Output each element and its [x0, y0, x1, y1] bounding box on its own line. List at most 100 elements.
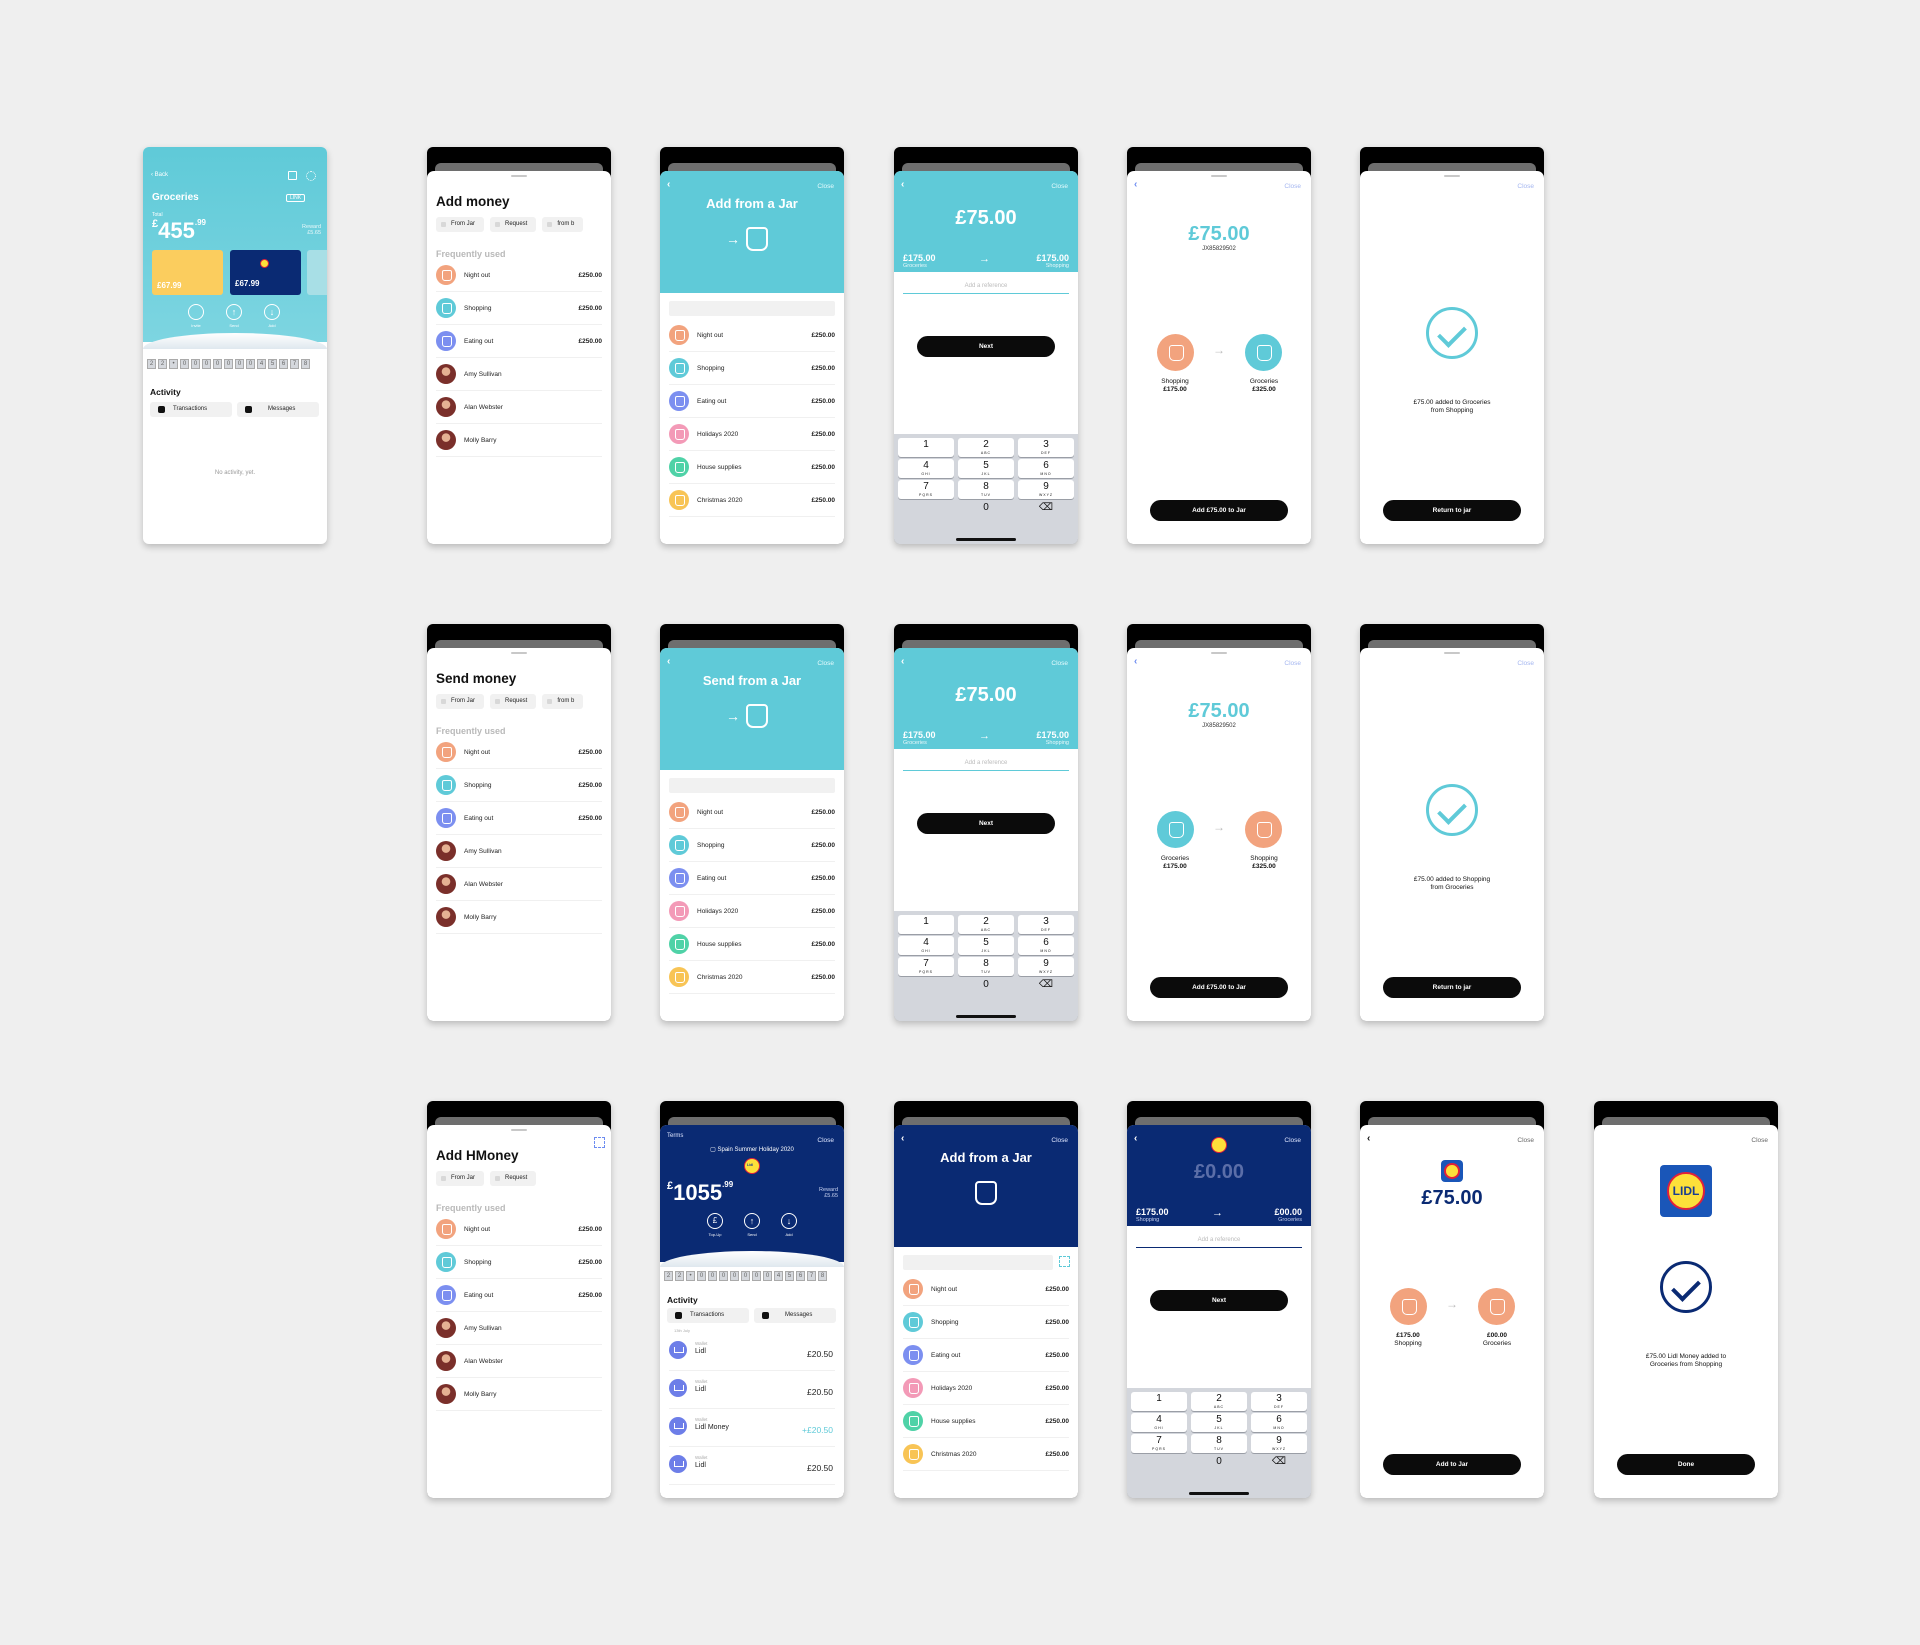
back-icon[interactable]: ‹: [1367, 1133, 1370, 1144]
keypad-key[interactable]: 1: [898, 438, 954, 457]
keypad-key[interactable]: 9 WXYZ: [1251, 1434, 1307, 1453]
list-item[interactable]: Christmas 2020 £250.00: [669, 484, 835, 517]
list-item[interactable]: House supplies £250.00: [669, 451, 835, 484]
gear-icon[interactable]: [306, 171, 316, 181]
keypad-key[interactable]: 0: [958, 501, 1014, 520]
list-item[interactable]: Shopping £250.00: [903, 1306, 1069, 1339]
back-icon[interactable]: ‹: [901, 1133, 904, 1144]
grab-handle[interactable]: [511, 175, 527, 177]
keypad-key[interactable]: 7 PQRS: [1131, 1434, 1187, 1453]
reference-input[interactable]: Add a reference: [903, 278, 1069, 294]
card-next[interactable]: [307, 250, 327, 295]
back-icon[interactable]: ‹: [901, 179, 904, 190]
close-button[interactable]: Close: [1284, 183, 1301, 190]
keypad-key[interactable]: 4 GHI: [1131, 1413, 1187, 1432]
list-item[interactable]: Night out £250.00: [669, 319, 835, 352]
keypad-key[interactable]: 6 MNO: [1018, 936, 1074, 955]
reference-input[interactable]: Add a reference: [903, 755, 1069, 771]
grab-handle[interactable]: [511, 652, 527, 654]
chip-request[interactable]: Request: [490, 1171, 537, 1186]
keypad-key[interactable]: 2 ABC: [1191, 1392, 1247, 1411]
keypad-key[interactable]: 0: [958, 978, 1014, 997]
table-row[interactable]: Wallet Lidl £20.50: [669, 1333, 835, 1371]
close-button[interactable]: Close: [1051, 660, 1068, 667]
back-button[interactable]: ‹ Back: [151, 172, 168, 178]
list-item[interactable]: Shopping £250.00: [436, 1246, 602, 1279]
list-item[interactable]: Eating out £250.00: [436, 325, 602, 358]
list-item[interactable]: Holidays 2020 £250.00: [669, 418, 835, 451]
back-icon[interactable]: ‹: [1134, 656, 1137, 667]
backspace-icon[interactable]: ⌫: [1018, 978, 1074, 997]
list-item[interactable]: Amy Sullivan: [436, 1312, 602, 1345]
table-row[interactable]: Wallet Lidl £20.50: [669, 1371, 835, 1409]
grab-handle[interactable]: [1444, 175, 1460, 177]
close-button[interactable]: Close: [1284, 660, 1301, 667]
invite-icon[interactable]: [188, 304, 204, 320]
list-item[interactable]: Shopping £250.00: [669, 829, 835, 862]
card-lidl[interactable]: £67.99: [230, 250, 301, 295]
list-item[interactable]: Molly Barry: [436, 901, 602, 934]
list-item[interactable]: Molly Barry: [436, 1378, 602, 1411]
list-item[interactable]: Christmas 2020 £250.00: [903, 1438, 1069, 1471]
list-item[interactable]: Night out £250.00: [436, 736, 602, 769]
list-item[interactable]: House supplies £250.00: [669, 928, 835, 961]
keypad-key[interactable]: 8 TUV: [1191, 1434, 1247, 1453]
return-button[interactable]: Return to jar: [1383, 500, 1521, 521]
keypad-key[interactable]: 1: [898, 915, 954, 934]
list-item[interactable]: Eating out £250.00: [669, 862, 835, 895]
list-item[interactable]: Alan Webster: [436, 391, 602, 424]
list-item[interactable]: Shopping £250.00: [436, 769, 602, 802]
list-item[interactable]: Eating out £250.00: [436, 1279, 602, 1312]
table-row[interactable]: Wallet Lidl Money +£20.50: [669, 1409, 835, 1447]
keypad-key[interactable]: 5 JKL: [958, 936, 1014, 955]
keypad-key[interactable]: 8 TUV: [958, 957, 1014, 976]
send-icon[interactable]: ↑: [744, 1213, 760, 1229]
close-button[interactable]: Close: [1517, 660, 1534, 667]
keypad-key[interactable]: 4 GHI: [898, 936, 954, 955]
keypad-key[interactable]: 7 PQRS: [898, 480, 954, 499]
list-item[interactable]: Molly Barry: [436, 424, 602, 457]
chip-from-jar[interactable]: From Jar: [436, 694, 484, 709]
confirm-button[interactable]: Add £75.00 to Jar: [1150, 977, 1288, 998]
back-icon[interactable]: ‹: [667, 179, 670, 190]
grab-handle[interactable]: [511, 1129, 527, 1131]
add-icon[interactable]: ↓: [781, 1213, 797, 1229]
list-item[interactable]: Eating out £250.00: [903, 1339, 1069, 1372]
reference-input[interactable]: Add a reference: [1136, 1232, 1302, 1248]
list-item[interactable]: Shopping £250.00: [436, 292, 602, 325]
next-button[interactable]: Next: [917, 336, 1055, 357]
search-input[interactable]: [903, 1255, 1053, 1270]
keypad-key[interactable]: 7 PQRS: [898, 957, 954, 976]
keypad-key[interactable]: 2 ABC: [958, 438, 1014, 457]
keypad-key[interactable]: 5 JKL: [958, 459, 1014, 478]
keypad-key[interactable]: 3 DEF: [1018, 915, 1074, 934]
search-input[interactable]: [669, 778, 835, 793]
tab-messages[interactable]: Messages: [237, 402, 319, 417]
keypad-key[interactable]: 8 TUV: [958, 480, 1014, 499]
qr-icon[interactable]: [288, 171, 297, 180]
close-button[interactable]: Close: [1284, 1137, 1301, 1144]
confirm-button[interactable]: Add £75.00 to Jar: [1150, 500, 1288, 521]
keypad-key[interactable]: 3 DEF: [1018, 438, 1074, 457]
keypad-key[interactable]: 9 WXYZ: [1018, 957, 1074, 976]
close-button[interactable]: Close: [817, 1137, 834, 1144]
list-item[interactable]: Night out £250.00: [436, 1213, 602, 1246]
table-row[interactable]: Wallet Lidl £20.50: [669, 1447, 835, 1485]
keypad-key[interactable]: 3 DEF: [1251, 1392, 1307, 1411]
keypad-key[interactable]: 4 GHI: [898, 459, 954, 478]
list-item[interactable]: Christmas 2020 £250.00: [669, 961, 835, 994]
list-item[interactable]: Amy Sullivan: [436, 835, 602, 868]
keypad-key[interactable]: 6 MNO: [1018, 459, 1074, 478]
close-button[interactable]: Close: [1751, 1137, 1768, 1144]
chip-request[interactable]: Request: [490, 694, 537, 709]
backspace-icon[interactable]: ⌫: [1018, 501, 1074, 520]
list-item[interactable]: Night out £250.00: [903, 1273, 1069, 1306]
close-button[interactable]: Close: [817, 660, 834, 667]
tab-transactions[interactable]: Transactions: [667, 1308, 749, 1323]
list-item[interactable]: Alan Webster: [436, 868, 602, 901]
list-item[interactable]: Amy Sullivan: [436, 358, 602, 391]
list-item[interactable]: Night out £250.00: [669, 796, 835, 829]
scan-icon[interactable]: [594, 1137, 605, 1148]
list-item[interactable]: Alan Webster: [436, 1345, 602, 1378]
back-icon[interactable]: ‹: [667, 656, 670, 667]
